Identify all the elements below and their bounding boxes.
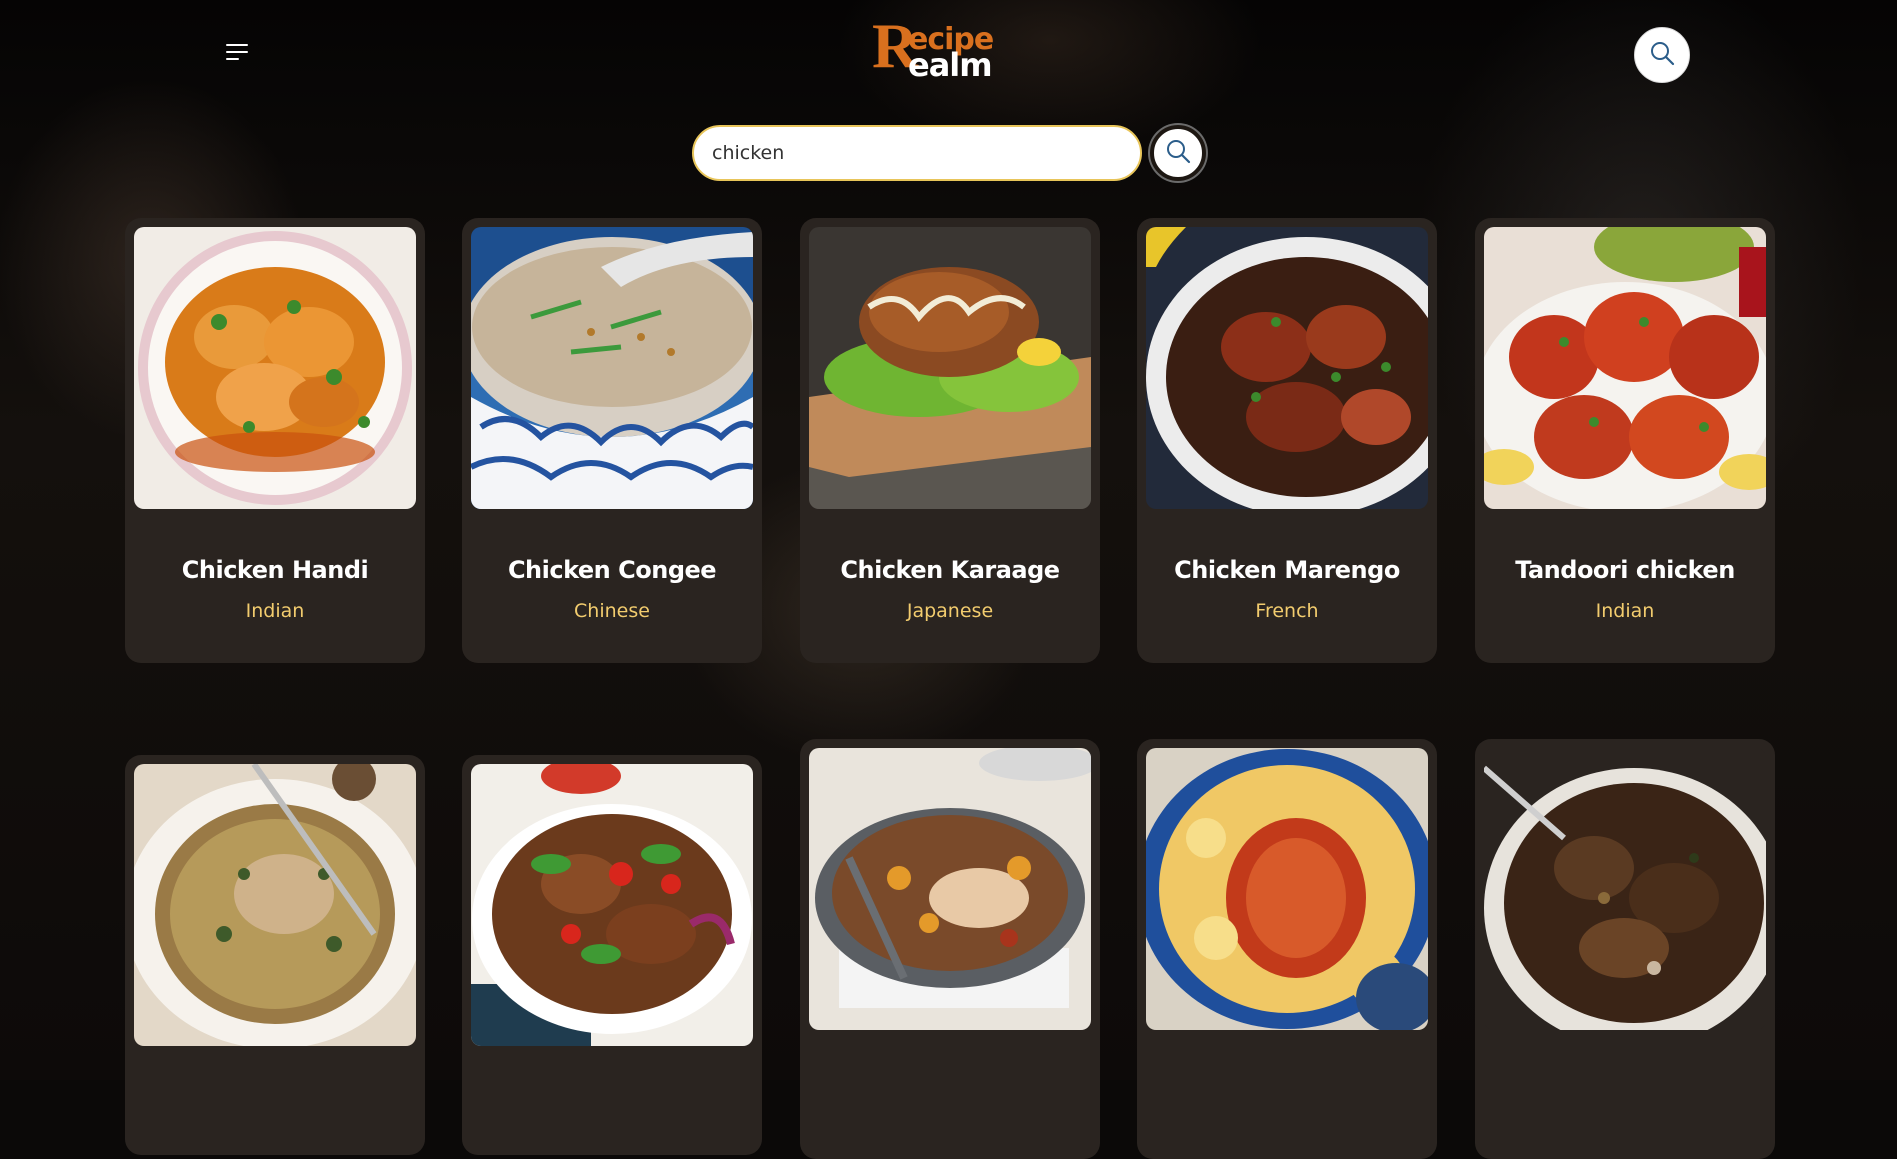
recipe-card[interactable]: Chicken Congee Chinese (462, 218, 762, 663)
search-submit-button[interactable] (1150, 125, 1206, 181)
search-icon (1164, 137, 1192, 169)
search-bar (692, 125, 1142, 181)
recipe-image (809, 748, 1091, 1030)
recipe-image (809, 227, 1091, 509)
recipe-image (471, 764, 753, 1046)
recipe-name: Tandoori chicken (1515, 556, 1735, 584)
recipe-image (1146, 748, 1428, 1030)
recipe-image (134, 227, 416, 509)
recipe-image (1484, 748, 1766, 1030)
recipe-cuisine: Chinese (574, 600, 650, 622)
recipe-card[interactable] (800, 739, 1100, 1159)
search-icon (1648, 39, 1676, 71)
recipe-card[interactable]: Chicken Marengo French (1137, 218, 1437, 663)
recipe-name: Chicken Handi (181, 556, 369, 584)
recipe-card[interactable]: Tandoori chicken Indian (1475, 218, 1775, 663)
recipe-cuisine: Indian (1595, 600, 1655, 622)
recipe-name: Chicken Congee (507, 556, 717, 584)
recipe-cuisine: Japanese (906, 600, 994, 622)
top-header: R ecipe ealm (0, 0, 1897, 108)
recipe-cuisine: Indian (245, 600, 305, 622)
recipe-card[interactable] (1137, 739, 1437, 1159)
recipe-card[interactable] (462, 755, 762, 1155)
recipe-cuisine: French (1255, 600, 1319, 622)
recipe-card[interactable]: Chicken Handi Indian (125, 218, 425, 663)
logo-line2: ealm (908, 46, 993, 84)
recipe-image (1484, 227, 1766, 509)
recipe-card[interactable]: Chicken Karaage Japanese (800, 218, 1100, 663)
recipe-image (471, 227, 753, 509)
search-input[interactable] (692, 125, 1142, 181)
menu-button[interactable] (218, 38, 256, 70)
recipe-name: Chicken Karaage (840, 556, 1060, 584)
menu-icon (225, 42, 249, 66)
recipe-image (1146, 227, 1428, 509)
recipe-card[interactable] (125, 755, 425, 1155)
header-search-button[interactable] (1634, 27, 1690, 83)
recipe-card[interactable] (1475, 739, 1775, 1159)
recipe-image (134, 764, 416, 1046)
site-logo[interactable]: R ecipe ealm (872, 14, 1022, 86)
recipe-name: Chicken Marengo (1174, 556, 1400, 584)
